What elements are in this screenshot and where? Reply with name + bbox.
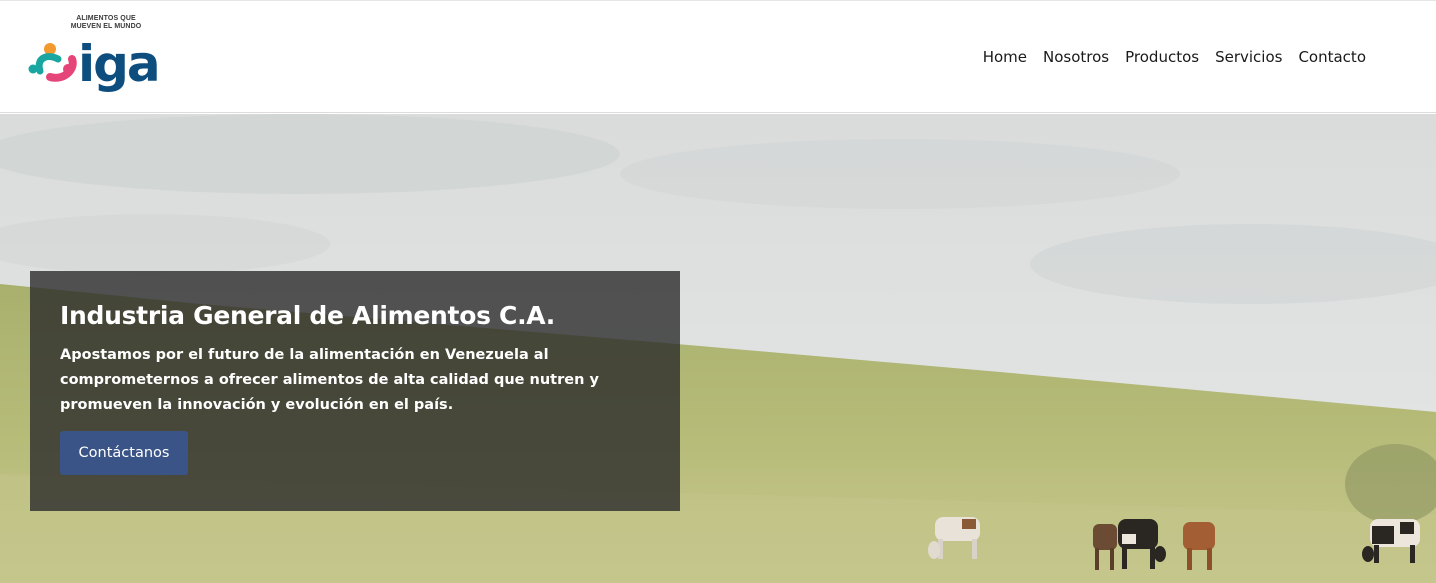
logo-tagline-line1: ALIMENTOS QUE — [76, 15, 136, 22]
main-nav: Home Nosotros Productos Servicios Contac… — [983, 48, 1366, 66]
nav-productos[interactable]: Productos — [1125, 48, 1199, 66]
page: ALIMENTOS QUE MUEVEN EL MUNDO iga Home N… — [0, 0, 1436, 583]
hero-overlay-card: Industria General de Alimentos C.A. Apos… — [30, 271, 680, 511]
hero-description: Apostamos por el futuro de la alimentaci… — [60, 347, 599, 413]
hero-title: Industria General de Alimentos C.A. — [60, 301, 556, 330]
nav-servicios[interactable]: Servicios — [1215, 48, 1282, 66]
logo[interactable]: ALIMENTOS QUE MUEVEN EL MUNDO iga — [28, 13, 168, 105]
hero-section: Industria General de Alimentos C.A. Apos… — [0, 114, 1436, 583]
contact-button[interactable]: Contáctanos — [60, 431, 188, 475]
nav-nosotros[interactable]: Nosotros — [1043, 48, 1109, 66]
nav-contacto[interactable]: Contacto — [1298, 48, 1366, 66]
site-header: ALIMENTOS QUE MUEVEN EL MUNDO iga Home N… — [0, 0, 1436, 113]
logo-wordmark: iga — [78, 35, 159, 93]
logo-mark-icon: iga — [28, 35, 161, 93]
nav-home[interactable]: Home — [983, 48, 1027, 66]
